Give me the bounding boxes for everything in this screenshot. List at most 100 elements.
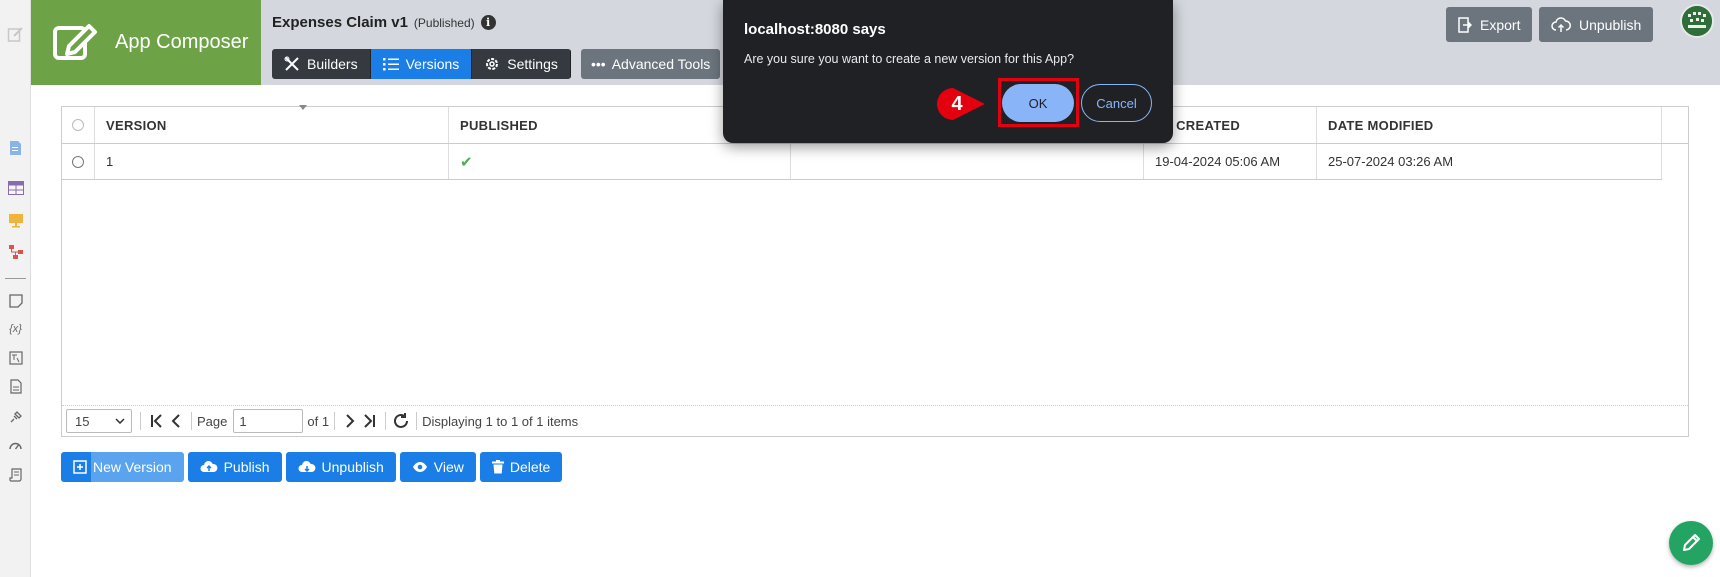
unpublish-label: Unpublish bbox=[321, 459, 384, 475]
next-page-icon[interactable] bbox=[340, 411, 360, 431]
pencil-icon bbox=[1683, 534, 1700, 551]
column-version-label: VERSION bbox=[106, 117, 167, 133]
cancel-button[interactable]: Cancel bbox=[1081, 84, 1152, 122]
dialog-message: Are you sure you want to create a new ve… bbox=[744, 52, 1075, 66]
builder-tabs: Builders Versions Settings bbox=[272, 49, 571, 79]
app-status: (Published) bbox=[413, 15, 475, 30]
export-label: Export bbox=[1480, 16, 1521, 33]
cloud-download-icon bbox=[298, 461, 315, 473]
plugin-icon[interactable] bbox=[7, 408, 24, 425]
header-unpublish-button[interactable]: Unpublish bbox=[1539, 7, 1654, 42]
rail-divider bbox=[5, 278, 26, 279]
step-number: 4 bbox=[951, 92, 963, 115]
ui-builder-icon[interactable] bbox=[7, 211, 24, 228]
version-actions: New Version Publish Unpublish View Delet… bbox=[61, 452, 563, 482]
pager-divider bbox=[140, 412, 141, 430]
cell-date-created: 19-04-2024 05:06 AM bbox=[1144, 144, 1317, 179]
tab-settings-label: Settings bbox=[507, 56, 558, 72]
export-icon bbox=[1458, 16, 1472, 33]
tab-versions[interactable]: Versions bbox=[370, 49, 473, 79]
list-icon bbox=[382, 58, 399, 71]
gear-icon bbox=[486, 58, 499, 70]
pager: 15 Page 1 of 1 Displaying 1 to 1 of 1 it… bbox=[62, 405, 1688, 436]
builders-icon bbox=[284, 56, 299, 71]
unpublish-button[interactable]: Unpublish bbox=[285, 452, 396, 482]
form-icon[interactable] bbox=[7, 139, 24, 156]
pager-divider bbox=[416, 412, 418, 430]
eye-icon bbox=[412, 462, 427, 472]
trash-icon bbox=[491, 460, 504, 474]
tab-settings[interactable]: Settings bbox=[472, 49, 571, 79]
process-icon[interactable] bbox=[7, 243, 24, 260]
tab-builders-label: Builders bbox=[307, 56, 358, 72]
avatar[interactable] bbox=[1680, 4, 1714, 38]
header-unpublish-label: Unpublish bbox=[1579, 16, 1642, 33]
select-all-radio[interactable] bbox=[72, 119, 84, 131]
edit-icon[interactable] bbox=[7, 26, 24, 43]
log-icon[interactable] bbox=[7, 466, 24, 483]
app-name: Expenses Claim v1 (Published) i bbox=[272, 14, 496, 31]
table-row[interactable]: 1 ✔ 19-04-2024 05:06 AM 25-07-2024 03:26… bbox=[62, 144, 1662, 180]
note-icon[interactable] bbox=[7, 292, 24, 309]
tab-versions-label: Versions bbox=[405, 56, 460, 72]
pager-divider bbox=[385, 412, 387, 430]
cell-version: 1 bbox=[95, 144, 449, 179]
page-size-value: 15 bbox=[75, 413, 90, 429]
last-page-icon[interactable] bbox=[360, 411, 380, 431]
column-published-label: PUBLISHED bbox=[460, 117, 538, 133]
row-select-cell bbox=[62, 144, 95, 179]
first-page-icon[interactable] bbox=[146, 411, 166, 431]
delete-button[interactable]: Delete bbox=[479, 452, 563, 482]
prev-page-icon[interactable] bbox=[166, 411, 186, 431]
publish-label: Publish bbox=[223, 459, 270, 475]
refresh-icon[interactable] bbox=[391, 411, 411, 431]
advanced-tools-button[interactable]: ••• Advanced Tools bbox=[581, 49, 721, 79]
pager-divider bbox=[334, 412, 336, 430]
app-composer-logo-icon bbox=[53, 23, 97, 60]
row-select-radio[interactable] bbox=[72, 155, 84, 168]
plus-square-icon bbox=[73, 460, 87, 474]
advanced-tools-label: Advanced Tools bbox=[611, 56, 711, 72]
table-icon[interactable] bbox=[7, 179, 24, 196]
brand-title: App Composer bbox=[115, 31, 249, 53]
chevron-down-icon bbox=[115, 418, 125, 424]
view-label: View bbox=[433, 459, 464, 475]
cell-blank bbox=[791, 144, 1144, 179]
brand-panel[interactable]: App Composer bbox=[31, 0, 261, 85]
page-label: Page bbox=[197, 413, 228, 429]
new-version-label: New Version bbox=[93, 459, 172, 475]
delete-label: Delete bbox=[509, 459, 551, 475]
dialog-title: localhost:8080 says bbox=[744, 21, 886, 38]
column-date-modified-label: DATE MODIFIED bbox=[1328, 117, 1434, 133]
floating-edit-button[interactable] bbox=[1669, 521, 1713, 565]
pager-divider bbox=[191, 412, 192, 430]
performance-icon[interactable] bbox=[7, 436, 24, 453]
tab-builders[interactable]: Builders bbox=[272, 49, 371, 79]
page-size-select[interactable]: 15 bbox=[66, 409, 132, 433]
new-version-button[interactable]: New Version bbox=[61, 452, 184, 482]
document-icon[interactable] bbox=[7, 378, 24, 395]
cell-date-modified: 25-07-2024 03:26 AM bbox=[1317, 144, 1662, 179]
versions-grid: VERSION PUBLISHED TE CREATED DATE MODIFI… bbox=[61, 105, 1689, 437]
app-title: Expenses Claim v1 bbox=[272, 14, 408, 31]
select-all-cell bbox=[62, 107, 95, 143]
variables-icon[interactable]: {x} bbox=[7, 320, 24, 337]
page-number-value: 1 bbox=[239, 413, 247, 429]
page-number-input[interactable]: 1 bbox=[233, 409, 304, 433]
cloud-upload-icon bbox=[200, 461, 217, 472]
translate-icon[interactable] bbox=[7, 349, 24, 366]
sort-caret-icon bbox=[299, 105, 307, 110]
info-icon[interactable]: i bbox=[480, 15, 496, 30]
view-button[interactable]: View bbox=[399, 452, 476, 482]
pager-summary: Displaying 1 to 1 of 1 items bbox=[422, 413, 579, 429]
export-button[interactable]: Export bbox=[1446, 7, 1533, 42]
ok-button[interactable]: OK bbox=[1002, 84, 1074, 122]
publish-button[interactable]: Publish bbox=[187, 452, 282, 482]
column-version[interactable]: VERSION bbox=[95, 105, 449, 143]
cloud-upload-icon bbox=[1551, 16, 1571, 32]
left-rail: {x} bbox=[0, 0, 31, 577]
column-date-modified[interactable]: DATE MODIFIED bbox=[1317, 107, 1662, 143]
page-of-label: of 1 bbox=[307, 413, 330, 429]
more-dots-icon: ••• bbox=[591, 56, 606, 72]
published-check-icon: ✔ bbox=[449, 144, 791, 179]
